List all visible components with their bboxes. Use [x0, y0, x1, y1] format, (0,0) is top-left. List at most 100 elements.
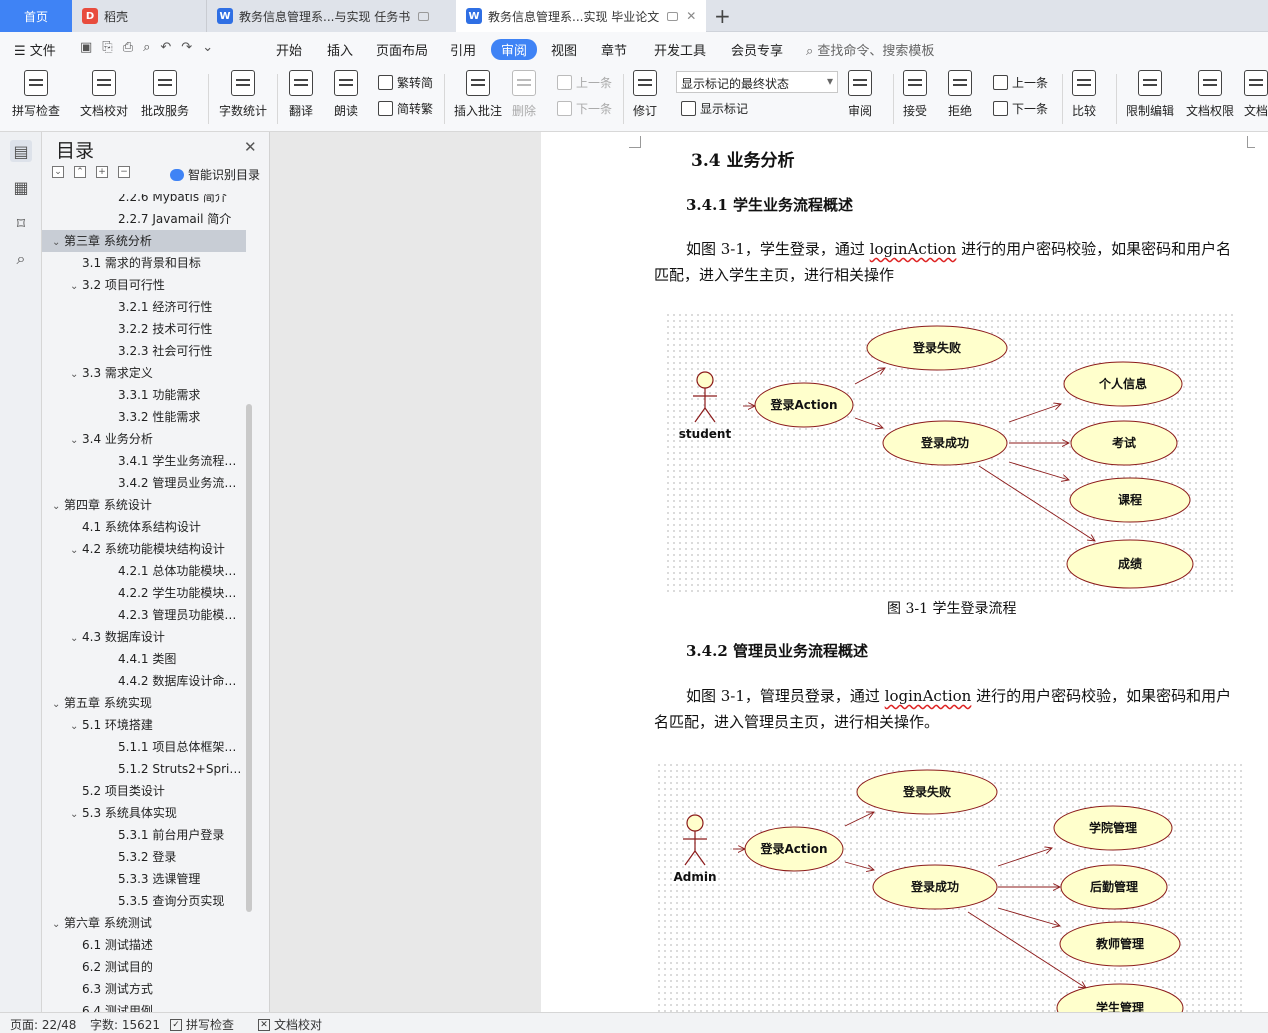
show-markup-button[interactable]: 显示标记 [681, 100, 748, 117]
toc-item[interactable]: ⌄ 4.3 数据库设计 [42, 626, 246, 648]
restrict-edit-button[interactable]: 限制编辑 [1126, 70, 1174, 119]
revise-button[interactable]: 修订 [633, 70, 657, 119]
menu-start[interactable]: 开始 [276, 40, 302, 59]
find-icon[interactable]: ⌕ [10, 248, 32, 270]
proofread-toggle[interactable]: ✕ 文档校对 [258, 1016, 322, 1033]
reject-button[interactable]: 拒绝 [948, 70, 972, 119]
chevron-down-icon[interactable]: ⌄ [70, 540, 82, 560]
toc-item[interactable]: ⌄ 第四章 系统设计 [42, 494, 246, 516]
close-icon[interactable]: ✕ [244, 138, 257, 156]
simp-to-trad-button[interactable]: 简转繁 [378, 100, 433, 117]
bookmark-icon[interactable]: ⌑ [10, 212, 32, 234]
chevron-down-icon[interactable]: ⌄ [52, 694, 64, 714]
review-pane-button[interactable]: 审阅 [848, 70, 872, 119]
chevron-down-icon[interactable]: ⌄ [70, 628, 82, 648]
export-icon[interactable]: ⎘ [102, 40, 112, 55]
toc-item[interactable]: 3.4.2 管理员业务流程概述 [42, 472, 246, 494]
toc-item[interactable]: ⌄ 第五章 系统实现 [42, 692, 246, 714]
toc-item[interactable]: 6.2 测试目的 [42, 956, 246, 978]
next-comment-button[interactable]: 下一条 [557, 100, 612, 117]
section-nav-icon[interactable]: ▦ [10, 176, 32, 198]
batch-service-button[interactable]: 批改服务 [141, 70, 189, 119]
doc-more-button[interactable]: 文档 [1244, 70, 1268, 119]
toc-scrollbar[interactable] [246, 404, 252, 912]
print-icon[interactable]: ⎙ [123, 40, 133, 55]
trad-to-simp-button[interactable]: 繁转简 [378, 74, 433, 91]
menu-review[interactable]: 审阅 [491, 39, 538, 60]
new-tab-button[interactable]: + [714, 4, 731, 28]
toc-item[interactable]: 3.2.3 社会可行性 [42, 340, 246, 362]
tab-document-task[interactable]: W 教务信息管理系...与实现 任务书 [206, 0, 456, 32]
toc-item[interactable]: 3.2.2 技术可行性 [42, 318, 246, 340]
toc-item[interactable]: 2.2.6 Mybatis 简介 [42, 194, 246, 208]
remove-level-icon[interactable]: − [118, 166, 130, 178]
redo-icon[interactable]: ↷ [181, 40, 192, 55]
toc-item[interactable]: 2.2.7 Javamail 简介 [42, 208, 246, 230]
chevron-down-icon[interactable]: ⌄ [70, 430, 82, 450]
toc-item[interactable]: 4.4.2 数据库设计命名规范 [42, 670, 246, 692]
toc-item[interactable]: 4.2.3 管理员功能模块设计 [42, 604, 246, 626]
collapse-all-icon[interactable]: ⌄ [52, 166, 64, 178]
toc-item[interactable]: 5.3.3 选课管理 [42, 868, 246, 890]
menu-member[interactable]: 会员专享 [731, 40, 783, 59]
menu-view[interactable]: 视图 [551, 40, 577, 59]
undo-icon[interactable]: ↶ [160, 40, 171, 55]
toc-item[interactable]: ⌄ 第三章 系统分析 [42, 230, 246, 252]
chevron-down-icon[interactable]: ⌄ [52, 496, 64, 516]
read-aloud-button[interactable]: 朗读 [334, 70, 358, 119]
compare-button[interactable]: 比较 [1072, 70, 1096, 119]
toc-item[interactable]: 3.3.1 功能需求 [42, 384, 246, 406]
chevron-down-icon[interactable]: ⌄ [70, 364, 82, 384]
smart-toc-button[interactable]: 智能识别目录 [170, 166, 260, 183]
toc-item[interactable]: ⌄ 3.2 项目可行性 [42, 274, 246, 296]
toc-item[interactable]: 5.3.5 查询分页实现 [42, 890, 246, 912]
document-page[interactable]: 3.4 业务分析 3.4.1 学生业务流程概述 如图 3-1，学生登录，通过 l… [541, 132, 1268, 1012]
toc-item[interactable]: 6.1 测试描述 [42, 934, 246, 956]
chevron-down-icon[interactable]: ⌄ [52, 914, 64, 934]
chevron-down-icon[interactable]: ⌄ [70, 276, 82, 296]
toc-item[interactable]: ⌄ 5.3 系统具体实现 [42, 802, 246, 824]
markup-state-select[interactable]: 显示标记的最终状态 [676, 71, 838, 93]
toc-item[interactable]: 3.2.1 经济可行性 [42, 296, 246, 318]
file-menu[interactable]: ☰ 文件 [14, 40, 56, 59]
toc-item[interactable]: 6.3 测试方式 [42, 978, 246, 1000]
menu-reference[interactable]: 引用 [450, 40, 476, 59]
toc-item[interactable]: 3.4.1 学生业务流程概述 [42, 450, 246, 472]
delete-comment-button[interactable]: 删除 [512, 70, 536, 119]
command-search[interactable]: ⌕ 查找命令、搜索模板 [806, 40, 934, 59]
toc-item[interactable]: ⌄ 5.1 环境搭建 [42, 714, 246, 736]
toc-item[interactable]: 5.3.1 前台用户登录 [42, 824, 246, 846]
tab-home[interactable]: 首页 [0, 0, 72, 32]
close-tab-icon[interactable]: ✕ [686, 9, 696, 23]
chevron-down-icon[interactable]: ⌄ [70, 716, 82, 736]
toc-item[interactable]: 4.4.1 类图 [42, 648, 246, 670]
tab-daoke[interactable]: D 稻壳 [72, 0, 206, 32]
toc-item[interactable]: 5.2 项目类设计 [42, 780, 246, 802]
toc-item[interactable]: 5.1.2 Struts2+Spring+Mybatis [42, 758, 246, 780]
menu-dev-tools[interactable]: 开发工具 [654, 40, 706, 59]
save-icon[interactable]: ▣ [80, 40, 92, 55]
toc-item[interactable]: 6.4 测试用例 [42, 1000, 246, 1012]
chevron-down-icon[interactable]: ⌄ [70, 804, 82, 824]
window-icon[interactable] [667, 11, 679, 21]
translate-button[interactable]: 翻译 [289, 70, 313, 119]
spell-check-toggle[interactable]: ✓ 拼写检查 [170, 1016, 234, 1033]
expand-up-icon[interactable]: ⌃ [74, 166, 86, 178]
word-count-indicator[interactable]: 字数: 15621 [90, 1016, 160, 1033]
spell-check-button[interactable]: 拼写检查 [12, 70, 60, 119]
toc-item[interactable]: ⌄ 第六章 系统测试 [42, 912, 246, 934]
tab-document-thesis[interactable]: W 教务信息管理系...实现 毕业论文 ✕ [456, 0, 706, 32]
toc-item[interactable]: 5.3.2 登录 [42, 846, 246, 868]
doc-rights-button[interactable]: 文档权限 [1186, 70, 1234, 119]
doc-proofread-button[interactable]: 文档校对 [80, 70, 128, 119]
word-count-button[interactable]: 字数统计 [219, 70, 267, 119]
menu-layout[interactable]: 页面布局 [376, 40, 428, 59]
toc-item[interactable]: 4.1 系统体系结构设计 [42, 516, 246, 538]
chevron-down-icon[interactable]: ⌄ [52, 232, 64, 252]
toc-item[interactable]: 4.2.2 学生功能模块设计 [42, 582, 246, 604]
insert-comment-button[interactable]: 插入批注 [454, 70, 502, 119]
window-icon[interactable] [418, 11, 430, 21]
toc-item[interactable]: 4.2.1 总体功能模块设计 [42, 560, 246, 582]
preview-icon[interactable]: ⌕ [143, 40, 150, 55]
page-indicator[interactable]: 页面: 22/48 [10, 1016, 76, 1033]
